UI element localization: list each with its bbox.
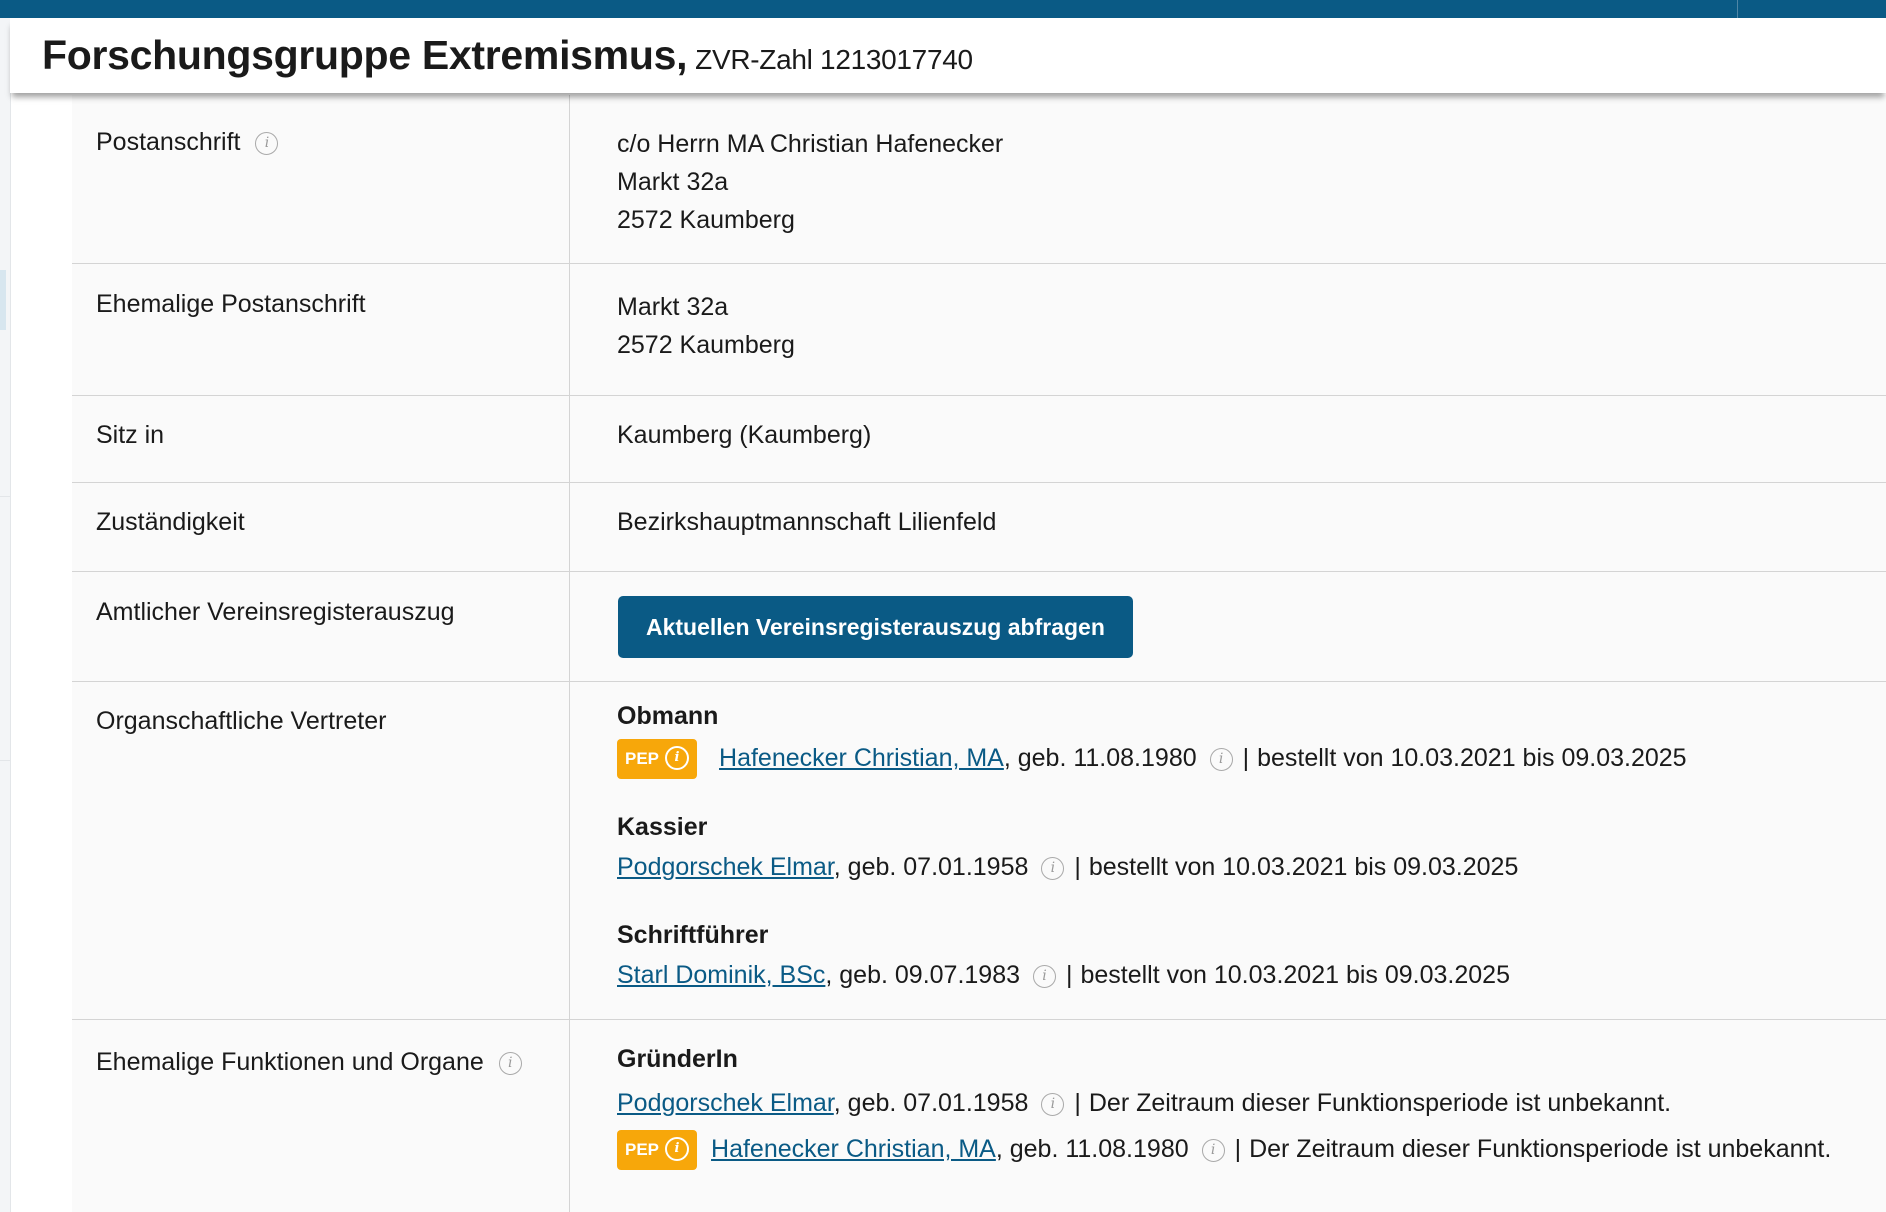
label-text: Postanschrift bbox=[96, 128, 241, 156]
row-zustaendigkeit: Zuständigkeit Bezirkshauptmannschaft Lil… bbox=[72, 483, 1886, 572]
left-sidebar-edge bbox=[0, 18, 11, 1212]
person-entry: Podgorschek Elmar, geb. 07.01.1958 i | Der… bbox=[617, 1083, 1831, 1123]
row-value: Markt 32a 2572 Kaumberg bbox=[617, 288, 795, 364]
request-extract-button[interactable]: Aktuellen Vereinsregisterauszug abfragen bbox=[618, 596, 1133, 658]
person-period: bestellt von 10.03.2021 bis 09.03.2025 bbox=[1088, 853, 1519, 881]
row-auszug: Amtlicher Vereinsregisterauszug Aktuelle… bbox=[72, 572, 1886, 682]
row-ehemalige-postanschrift: Ehemalige Postanschrift Markt 32a 2572 K… bbox=[72, 264, 1886, 396]
row-value: Bezirkshauptmannschaft Lilienfeld bbox=[617, 508, 997, 536]
person-entry: PEP i Hafenecker Christian, MA, geb. 11.08… bbox=[617, 1129, 1832, 1171]
row-value: c/o Herrn MA Christian Hafenecker Markt … bbox=[617, 125, 1003, 239]
association-name: Forschungsgruppe Extremismus, bbox=[42, 32, 688, 78]
role-title: GründerIn bbox=[617, 1045, 738, 1073]
info-icon[interactable]: i bbox=[498, 1051, 522, 1075]
page-header: Forschungsgruppe Extremismus, ZVR-Zahl 12… bbox=[10, 18, 1886, 93]
pep-badge[interactable]: PEP i bbox=[617, 1130, 698, 1171]
row-label: Amtlicher Vereinsregisterauszug bbox=[96, 598, 455, 626]
info-icon[interactable]: i bbox=[1032, 964, 1056, 988]
info-icon[interactable]: i bbox=[1041, 856, 1065, 880]
person-entry: Starl Dominik, BSc, geb. 09.07.1983 i | be… bbox=[617, 955, 1687, 995]
separator: | bbox=[1234, 1135, 1242, 1163]
person-birth: , geb. 09.07.1983 bbox=[825, 961, 1021, 989]
person-birth: , geb. 11.08.1980 bbox=[995, 1135, 1189, 1163]
pep-info-icon: i bbox=[665, 746, 690, 771]
role-title: Kassier bbox=[617, 813, 708, 841]
row-sitz: Sitz in Kaumberg (Kaumberg) bbox=[72, 396, 1886, 483]
sidebar-divider bbox=[0, 760, 10, 761]
row-vertreter: Organschaftliche Vertreter Obmann PEP i Ha… bbox=[72, 682, 1886, 1020]
row-ehemalige-funktionen: Ehemalige Funktionen und Organe i Gründe… bbox=[72, 1020, 1886, 1212]
separator: | bbox=[1065, 961, 1073, 989]
person-birth: , geb. 07.01.1958 bbox=[833, 1089, 1029, 1117]
top-bar-divider bbox=[1737, 0, 1738, 18]
page-title: Forschungsgruppe Extremismus, ZVR-Zahl 12… bbox=[42, 32, 973, 79]
separator: | bbox=[1242, 744, 1250, 772]
person-entry: PEP i Hafenecker Christian, MA, geb. 11.08… bbox=[617, 738, 1687, 780]
person-link[interactable]: Starl Dominik, BSc bbox=[617, 961, 825, 989]
person-link[interactable]: Hafenecker Christian, MA bbox=[719, 744, 1004, 772]
sidebar-active-marker bbox=[0, 270, 6, 330]
row-label: Ehemalige Funktionen und Organe i bbox=[96, 1048, 522, 1077]
row-value: Kaumberg (Kaumberg) bbox=[617, 421, 872, 449]
sidebar-divider bbox=[0, 496, 10, 497]
row-postanschrift: Postanschrift i c/o Herrn MA Christian H… bbox=[72, 95, 1886, 264]
row-value: GründerIn Podgorschek Elmar, geb. 07.01.… bbox=[617, 1043, 1832, 1171]
row-label: Zuständigkeit bbox=[96, 508, 245, 536]
address-line: 2572 Kaumberg bbox=[617, 206, 795, 234]
person-period: bestellt von 10.03.2021 bis 09.03.2025 bbox=[1257, 744, 1687, 772]
person-period: bestellt von 10.03.2021 bis 09.03.2025 bbox=[1080, 961, 1510, 989]
person-period: Der Zeitraum dieser Funktionsperiode ist… bbox=[1249, 1135, 1832, 1163]
role-title: Obmann bbox=[617, 702, 719, 730]
pep-label: PEP bbox=[625, 749, 660, 769]
address-line: Markt 32a bbox=[617, 293, 729, 321]
pep-info-icon: i bbox=[665, 1137, 690, 1162]
address-line: Markt 32a bbox=[617, 168, 729, 196]
person-period: Der Zeitraum dieser Funktionsperiode ist… bbox=[1088, 1089, 1672, 1117]
person-link[interactable]: Podgorschek Elmar bbox=[617, 1089, 834, 1117]
person-link[interactable]: Hafenecker Christian, MA bbox=[711, 1135, 996, 1163]
separator: | bbox=[1074, 1089, 1081, 1117]
address-line: c/o Herrn MA Christian Hafenecker bbox=[617, 130, 1004, 158]
pep-label: PEP bbox=[625, 1140, 660, 1160]
separator: | bbox=[1074, 853, 1081, 881]
info-icon[interactable]: i bbox=[1041, 1092, 1065, 1116]
label-text: Ehemalige Funktionen und Organe bbox=[96, 1048, 484, 1076]
row-value: Obmann PEP i Hafenecker Christian, MA, geb… bbox=[617, 700, 1687, 995]
info-icon[interactable]: i bbox=[1209, 747, 1233, 771]
address-line: 2572 Kaumberg bbox=[617, 331, 795, 359]
row-label: Organschaftliche Vertreter bbox=[96, 707, 387, 735]
zvr-number: ZVR-Zahl 1213017740 bbox=[695, 44, 973, 75]
top-bar bbox=[0, 0, 1886, 18]
person-birth: , geb. 11.08.1980 bbox=[1003, 744, 1197, 772]
person-link[interactable]: Podgorschek Elmar bbox=[617, 853, 834, 881]
row-label: Sitz in bbox=[96, 421, 165, 449]
row-label: Ehemalige Postanschrift bbox=[96, 290, 366, 318]
pep-badge[interactable]: PEP i bbox=[617, 739, 698, 780]
role-title: Schriftführer bbox=[617, 921, 769, 949]
details-table: Postanschrift i c/o Herrn MA Christian H… bbox=[72, 95, 1886, 1212]
info-icon[interactable]: i bbox=[255, 131, 279, 155]
person-birth: , geb. 07.01.1958 bbox=[833, 853, 1029, 881]
person-entry: Podgorschek Elmar, geb. 07.01.1958 i | bes… bbox=[617, 847, 1687, 887]
row-label: Postanschrift i bbox=[96, 128, 279, 157]
info-icon[interactable]: i bbox=[1201, 1138, 1225, 1162]
